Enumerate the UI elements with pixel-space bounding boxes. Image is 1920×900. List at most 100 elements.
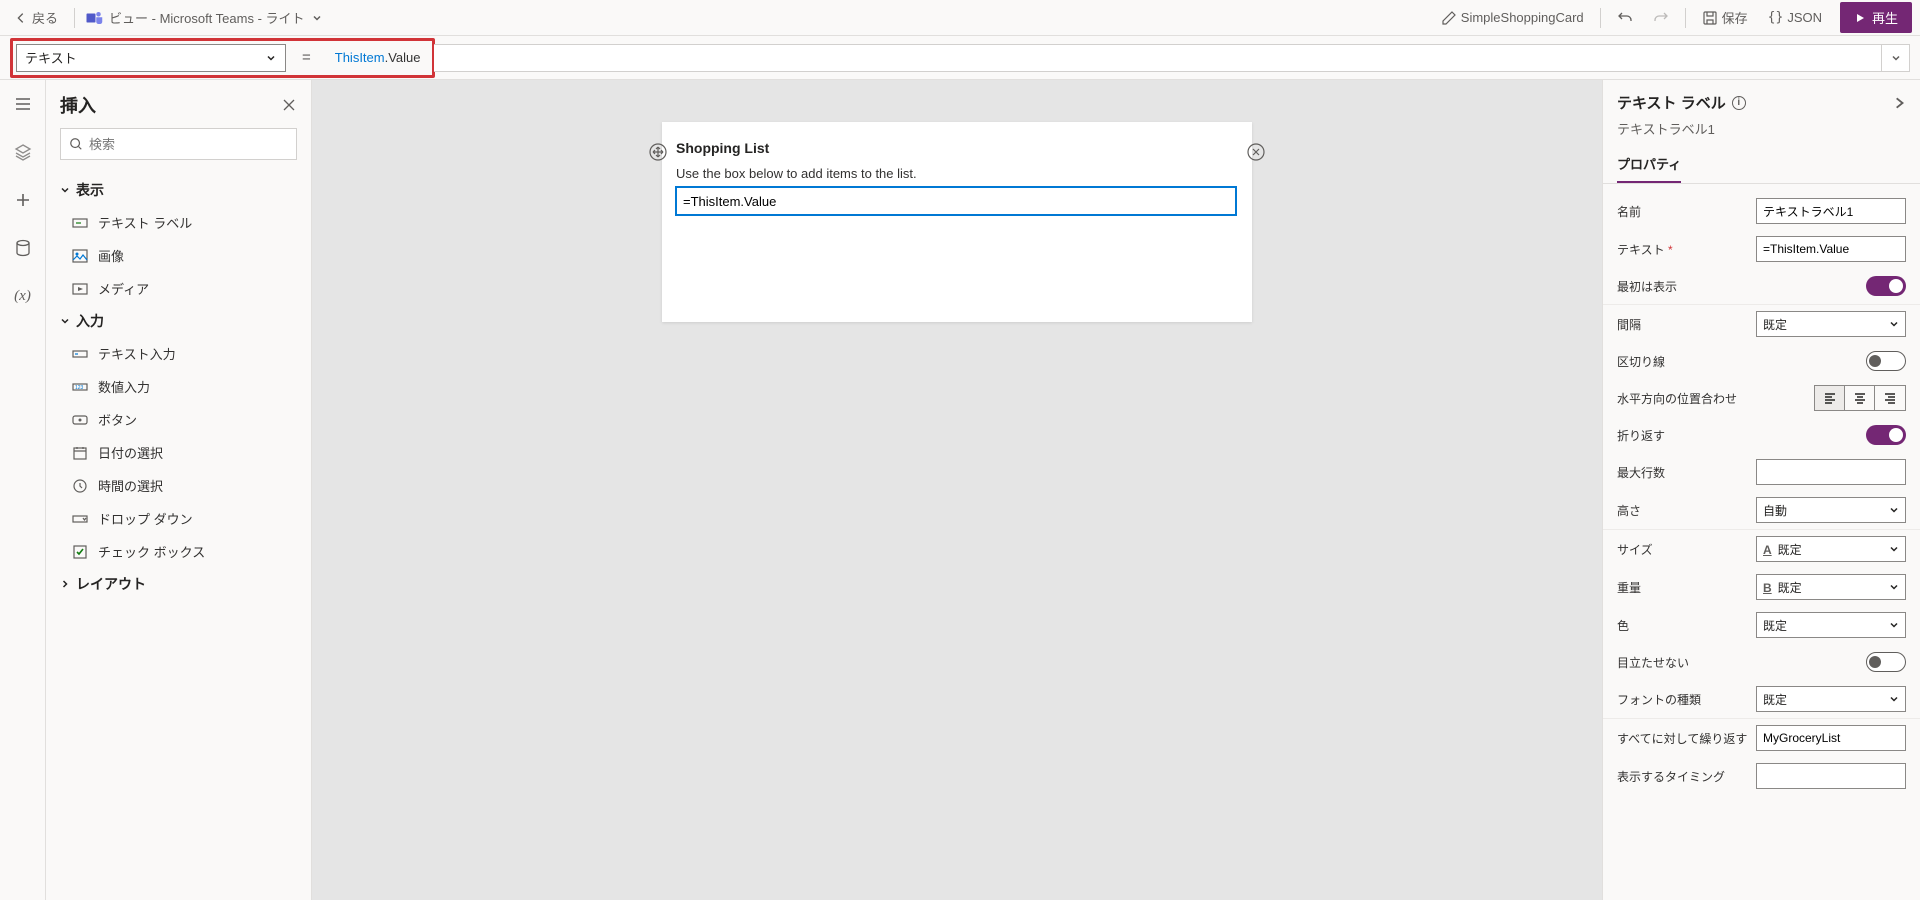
undo-button[interactable]	[1609, 6, 1641, 30]
align-center-icon	[1853, 391, 1867, 405]
adaptive-card[interactable]: Shopping List Use the box below to add i…	[662, 122, 1252, 322]
close-icon[interactable]	[281, 97, 297, 113]
chevron-right-icon[interactable]	[1892, 96, 1906, 110]
item-text-input[interactable]: テキスト入力	[60, 337, 297, 370]
item-text-label[interactable]: テキスト ラベル	[60, 206, 297, 239]
item-date-picker[interactable]: 日付の選択	[60, 436, 297, 469]
chevron-down-icon	[1889, 694, 1899, 704]
save-button[interactable]: 保存	[1694, 4, 1756, 31]
props-tabs: プロパティ	[1603, 146, 1920, 184]
solution-name[interactable]: SimpleShoppingCard	[1433, 6, 1592, 30]
tab-properties[interactable]: プロパティ	[1617, 146, 1681, 183]
prop-subtle-toggle[interactable]	[1866, 652, 1906, 672]
separator	[1685, 8, 1686, 28]
properties-panel: テキスト ラベル i テキストラベル1 プロパティ 名前 テキスト * 最初は表…	[1602, 80, 1920, 900]
chevron-down-icon	[311, 12, 323, 24]
back-button[interactable]: 戻る	[8, 4, 64, 31]
left-rail: (x)	[0, 80, 46, 900]
align-left-button[interactable]	[1815, 386, 1845, 410]
label-icon	[72, 215, 88, 231]
category-input[interactable]: 入力	[60, 305, 297, 337]
pencil-icon	[1441, 10, 1457, 26]
media-icon	[72, 281, 88, 297]
prop-text-input[interactable]	[1756, 236, 1906, 262]
json-button[interactable]: {} JSON	[1760, 6, 1830, 29]
prop-showwhen-label: 表示するタイミング	[1617, 768, 1725, 785]
topbar: 戻る ビュー - Microsoft Teams - ライト SimpleSho…	[0, 0, 1920, 36]
prop-font-dropdown[interactable]: 既定	[1756, 686, 1906, 712]
move-icon	[649, 143, 667, 161]
prop-visibleinit-toggle[interactable]	[1866, 276, 1906, 296]
align-left-icon	[1823, 391, 1837, 405]
formula-expand-button[interactable]	[1882, 44, 1910, 72]
chevron-down-icon	[1889, 505, 1899, 515]
teams-icon	[85, 9, 103, 27]
prop-maxlines-label: 最大行数	[1617, 464, 1665, 481]
item-button[interactable]: ボタン	[60, 403, 297, 436]
prop-spacing-dropdown[interactable]: 既定	[1756, 311, 1906, 337]
search-field[interactable]	[89, 137, 288, 152]
align-right-button[interactable]	[1875, 386, 1905, 410]
data-rail-button[interactable]	[7, 232, 39, 264]
play-button[interactable]: 再生	[1840, 2, 1912, 33]
insert-panel: 挿入 表示 テキスト ラベル 画像 メディア 入力 テキスト入力 123数値入力…	[46, 80, 312, 900]
prop-repeat-input[interactable]	[1756, 725, 1906, 751]
chevron-down-icon	[60, 185, 70, 195]
braces-icon: {}	[1768, 10, 1784, 25]
hamburger-button[interactable]	[7, 88, 39, 120]
item-dropdown[interactable]: ドロップ ダウン	[60, 502, 297, 535]
prop-divider-label: 区切り線	[1617, 353, 1665, 370]
redo-icon	[1653, 10, 1669, 26]
prop-spacing-label: 間隔	[1617, 316, 1641, 333]
formula-text[interactable]: ThisItem.Value	[327, 46, 429, 70]
item-time-picker[interactable]: 時間の選択	[60, 469, 297, 502]
prop-maxlines-input[interactable]	[1756, 459, 1906, 485]
button-icon	[72, 412, 88, 428]
prop-color-dropdown[interactable]: 既定	[1756, 612, 1906, 638]
search-input[interactable]	[60, 128, 297, 160]
prop-showwhen-input[interactable]	[1756, 763, 1906, 789]
variables-rail-button[interactable]: (x)	[7, 280, 39, 312]
arrow-left-icon	[14, 11, 28, 25]
prop-name-label: 名前	[1617, 203, 1641, 220]
item-checkbox[interactable]: チェック ボックス	[60, 535, 297, 568]
prop-name-input[interactable]	[1756, 198, 1906, 224]
item-number-input[interactable]: 123数値入力	[60, 370, 297, 403]
align-center-button[interactable]	[1845, 386, 1875, 410]
back-label: 戻る	[32, 8, 58, 27]
formula-highlight: テキスト = ThisItem.Value	[10, 38, 435, 78]
prop-color-label: 色	[1617, 617, 1629, 634]
view-switcher[interactable]: ビュー - Microsoft Teams - ライト	[85, 8, 323, 27]
prop-height-dropdown[interactable]: 自動	[1756, 497, 1906, 523]
item-image[interactable]: 画像	[60, 239, 297, 272]
chevron-down-icon	[60, 316, 70, 326]
svg-text:123: 123	[75, 385, 84, 391]
selected-text-label[interactable]	[676, 187, 1236, 215]
category-display[interactable]: 表示	[60, 174, 297, 206]
move-handle[interactable]	[648, 142, 668, 162]
tree-view-button[interactable]	[7, 136, 39, 168]
prop-subtle-label: 目立たせない	[1617, 654, 1689, 671]
canvas[interactable]: Shopping List Use the box below to add i…	[312, 80, 1602, 900]
clock-icon	[72, 478, 88, 494]
prop-weight-dropdown[interactable]: B既定	[1756, 574, 1906, 600]
chevron-down-icon	[1889, 319, 1899, 329]
save-icon	[1702, 10, 1718, 26]
prop-divider-toggle[interactable]	[1866, 351, 1906, 371]
property-dropdown[interactable]: テキスト	[16, 44, 286, 72]
prop-size-dropdown[interactable]: A既定	[1756, 536, 1906, 562]
card-title: Shopping List	[676, 140, 1238, 156]
prop-size-label: サイズ	[1617, 541, 1653, 558]
prop-wrap-toggle[interactable]	[1866, 425, 1906, 445]
image-icon	[72, 248, 88, 264]
plus-icon	[14, 191, 32, 209]
insert-rail-button[interactable]	[7, 184, 39, 216]
item-media[interactable]: メディア	[60, 272, 297, 305]
info-icon[interactable]: i	[1732, 96, 1746, 110]
checkbox-icon	[72, 544, 88, 560]
database-icon	[14, 239, 32, 257]
separator	[1600, 8, 1601, 28]
delete-handle[interactable]	[1246, 142, 1266, 162]
category-layout[interactable]: レイアウト	[60, 568, 297, 600]
formula-input-rest[interactable]	[434, 44, 1882, 72]
